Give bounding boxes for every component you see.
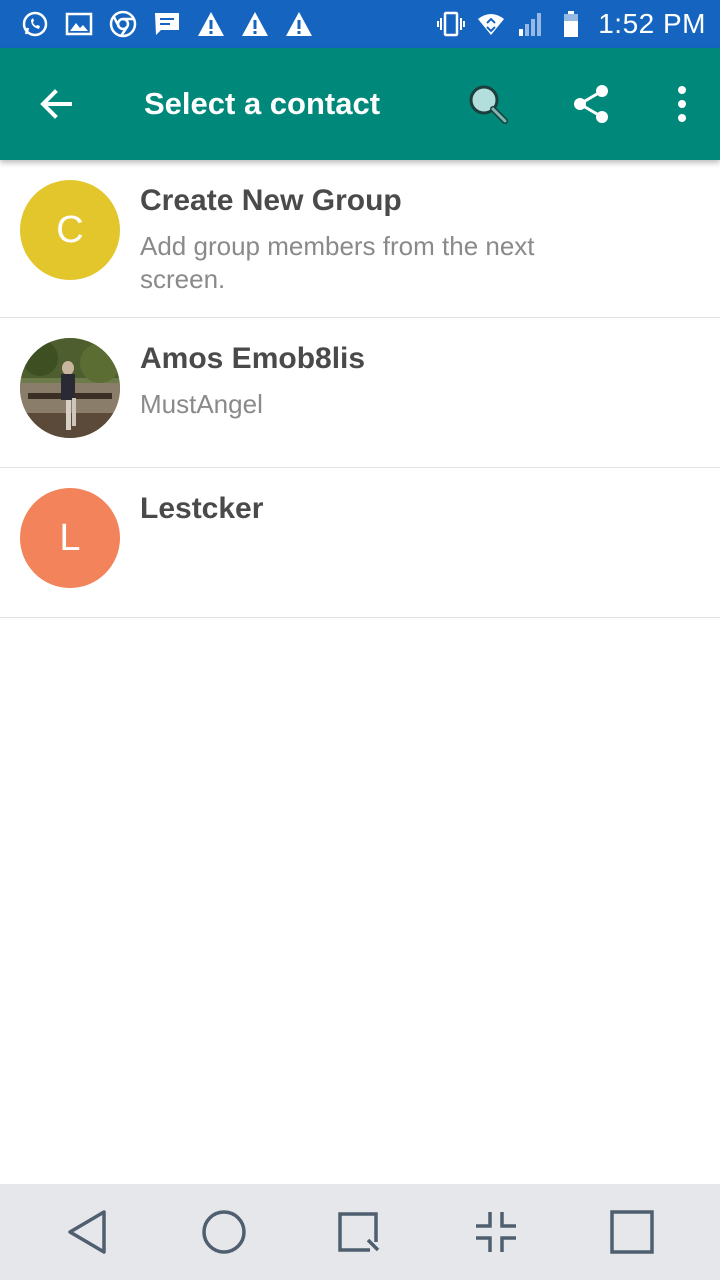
status-bar: 1:52 PM bbox=[0, 0, 720, 48]
avatar: L bbox=[20, 488, 120, 588]
nav-back-button[interactable] bbox=[60, 1204, 116, 1260]
navigation-bar bbox=[0, 1184, 720, 1280]
list-item-contact[interactable]: L Lestcker bbox=[0, 468, 720, 618]
system-icons: 1:52 PM bbox=[436, 8, 706, 40]
vibrate-icon bbox=[436, 9, 466, 39]
message-icon bbox=[152, 9, 182, 39]
warning-icon bbox=[240, 9, 270, 39]
page-title: Select a contact bbox=[144, 86, 381, 121]
recents-icon bbox=[338, 1212, 380, 1252]
chrome-icon bbox=[108, 9, 138, 39]
more-options-button[interactable] bbox=[648, 76, 704, 132]
nav-recents-button[interactable] bbox=[330, 1204, 386, 1260]
nav-home-button[interactable] bbox=[196, 1204, 252, 1260]
signal-icon bbox=[516, 9, 546, 39]
contact-list: C Create New Group Add group members fro… bbox=[0, 160, 720, 618]
back-triangle-icon bbox=[68, 1210, 106, 1254]
contact-status: MustAngel bbox=[140, 389, 263, 419]
back-arrow-icon bbox=[40, 89, 72, 119]
avatar: C bbox=[20, 180, 120, 280]
battery-icon bbox=[556, 9, 586, 39]
nav-collapse-button[interactable] bbox=[468, 1204, 524, 1260]
back-button[interactable] bbox=[28, 76, 84, 132]
search-button[interactable] bbox=[460, 76, 516, 132]
list-item-create-group[interactable]: C Create New Group Add group members fro… bbox=[0, 160, 720, 318]
avatar-photo bbox=[20, 338, 120, 438]
status-time: 1:52 PM bbox=[598, 8, 706, 39]
list-item-contact[interactable]: Amos Emob8lis MustAngel bbox=[0, 318, 720, 468]
gallery-icon bbox=[64, 9, 94, 39]
warning-icon bbox=[284, 9, 314, 39]
nav-square-button[interactable] bbox=[604, 1204, 660, 1260]
collapse-icon bbox=[476, 1212, 516, 1252]
share-button[interactable] bbox=[564, 76, 620, 132]
contact-name: Amos Emob8lis bbox=[140, 342, 366, 375]
avatar-letter: C bbox=[56, 208, 84, 251]
home-circle-icon bbox=[202, 1210, 246, 1254]
share-icon bbox=[574, 85, 608, 123]
wifi-icon bbox=[476, 9, 506, 39]
whatsapp-icon bbox=[20, 9, 50, 39]
notification-icons bbox=[20, 9, 314, 39]
search-icon bbox=[469, 85, 508, 124]
more-vert-icon bbox=[678, 86, 686, 122]
avatar-letter: L bbox=[59, 516, 81, 559]
contact-name: Lestcker bbox=[140, 492, 264, 525]
square-icon bbox=[610, 1210, 654, 1254]
contact-subtitle: Add group members from the next screen. bbox=[140, 231, 535, 294]
contact-name: Create New Group bbox=[140, 184, 402, 217]
warning-icon bbox=[196, 9, 226, 39]
app-toolbar: Select a contact bbox=[0, 48, 720, 160]
